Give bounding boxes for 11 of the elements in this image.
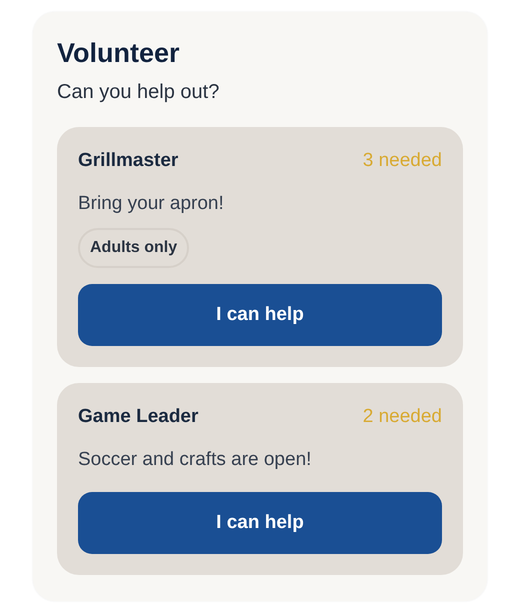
role-note: Bring your apron! — [78, 192, 225, 216]
panel-subtitle: Can you help out? — [57, 80, 220, 106]
help-button[interactable]: I can help — [78, 284, 442, 346]
panel-title: Volunteer — [57, 37, 181, 70]
role-note: Soccer and crafts are open! — [78, 448, 312, 472]
role-name: Game Leader — [78, 405, 198, 430]
help-button[interactable]: I can help — [78, 492, 442, 554]
tag-pill: Adults only — [78, 228, 190, 268]
role-name: Grillmaster — [78, 149, 178, 174]
needed-count: 3 needed — [362, 149, 442, 174]
needed-count: 2 needed — [362, 405, 442, 430]
